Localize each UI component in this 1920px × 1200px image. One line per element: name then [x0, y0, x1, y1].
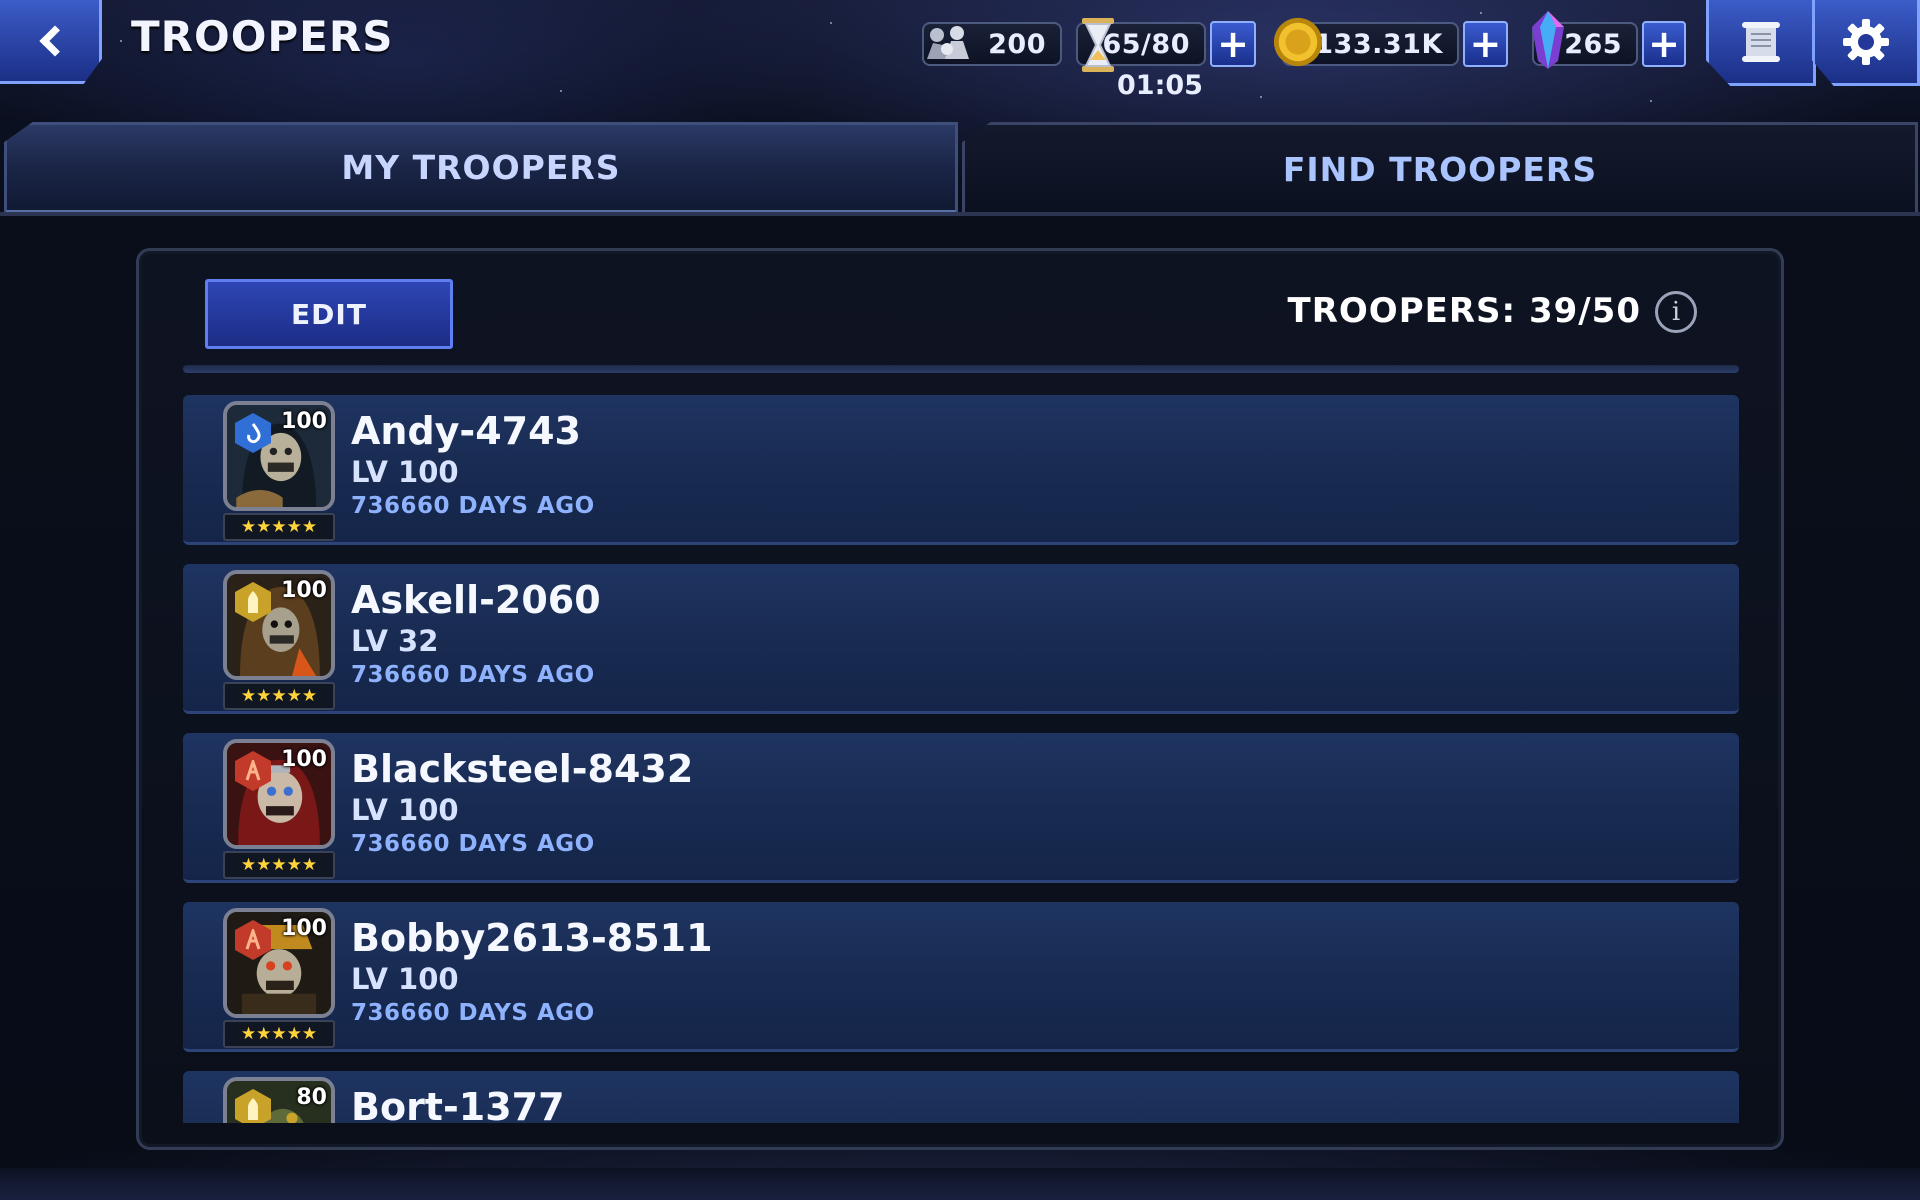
trooper-row[interactable]: 100 ★★★★★ Bobby2613-8511 LV 100 736660 D… [183, 902, 1739, 1052]
hero-level-badge: 100 [281, 916, 327, 941]
trooper-last-seen: 736660 DAYS AGO [351, 1000, 595, 1026]
star-rating: ★★★★★ [223, 851, 335, 879]
trooper-row[interactable]: 100 ★★★★★ Andy-4743 LV 100 736660 DAYS A… [183, 395, 1739, 545]
hero-portrait: 100 [223, 570, 335, 680]
trooper-row[interactable]: 100 ★★★★★ Blacksteel-8432 LV 100 736660 … [183, 733, 1739, 883]
tab-find-troopers[interactable]: FIND TROOPERS [962, 122, 1918, 214]
silver-soldiers-icon [922, 18, 974, 70]
trooper-last-seen: 736660 DAYS AGO [351, 662, 595, 688]
troopers-panel: EDIT TROOPERS: 39/50 i 100 ★★★★★ Andy-47… [136, 248, 1784, 1150]
trooper-level: LV 32 [351, 624, 439, 658]
energy-resource: 65/80 + [1070, 18, 1260, 72]
back-button[interactable] [0, 0, 102, 84]
scroll-icon [1742, 21, 1780, 62]
gold-coin-icon [1272, 16, 1324, 68]
hero-level-badge: 100 [281, 409, 327, 434]
trooper-name: Bort-1377 [351, 1085, 565, 1123]
gems-resource: 265 + [1522, 11, 1686, 69]
hourglass-icon [1072, 16, 1124, 74]
trooper-name: Blacksteel-8432 [351, 747, 694, 791]
info-icon[interactable]: i [1655, 291, 1697, 333]
star-rating: ★★★★★ [223, 682, 335, 710]
tab-divider [0, 212, 1920, 216]
trooper-last-seen: 736660 DAYS AGO [351, 493, 595, 519]
tab-bar: MY TROOPERS FIND TROOPERS [0, 122, 1920, 218]
add-gold-button[interactable]: + [1462, 21, 1508, 67]
hero-portrait: 100 [223, 401, 335, 511]
quest-log-button[interactable] [1706, 0, 1816, 86]
trooper-last-seen: 736660 DAYS AGO [351, 831, 595, 857]
star-rating: ★★★★★ [223, 1020, 335, 1048]
trooper-level: LV 100 [351, 455, 459, 489]
back-chevron-icon [38, 24, 71, 57]
hero-level-badge: 80 [296, 1085, 327, 1110]
trooper-name: Bobby2613-8511 [351, 916, 713, 960]
hero-level-badge: 100 [281, 578, 327, 603]
troopers-count: TROOPERS: 39/50 [1287, 291, 1641, 331]
add-energy-button[interactable]: + [1210, 21, 1256, 67]
trooper-row[interactable]: 80 Bort-1377 [183, 1071, 1739, 1123]
energy-timer: 01:05 [1117, 70, 1203, 101]
trooper-name: Andy-4743 [351, 409, 581, 453]
trooper-row[interactable]: 100 ★★★★★ Askell-2060 LV 32 736660 DAYS … [183, 564, 1739, 714]
star-rating: ★★★★★ [223, 513, 335, 541]
tab-my-troopers[interactable]: MY TROOPERS [4, 122, 958, 214]
bottom-strip [0, 1168, 1920, 1200]
hero-portrait: 80 [223, 1077, 335, 1123]
crystal-gem-icon [1522, 11, 1574, 69]
add-gems-button[interactable]: + [1642, 21, 1686, 67]
troopers-list[interactable]: 100 ★★★★★ Andy-4743 LV 100 736660 DAYS A… [183, 395, 1739, 1123]
hero-portrait: 100 [223, 908, 335, 1018]
trooper-name: Askell-2060 [351, 578, 601, 622]
edit-button[interactable]: EDIT [205, 279, 453, 349]
trooper-level: LV 100 [351, 962, 459, 996]
silver-resource: 200 [922, 20, 1062, 68]
hero-level-badge: 100 [281, 747, 327, 772]
page-title: TROOPERS [131, 12, 394, 61]
list-separator [183, 365, 1739, 373]
hero-portrait: 100 [223, 739, 335, 849]
settings-button[interactable] [1812, 0, 1920, 86]
trooper-level: LV 100 [351, 793, 459, 827]
gear-icon [1843, 18, 1889, 65]
gold-resource: 133.31K + [1272, 17, 1508, 68]
